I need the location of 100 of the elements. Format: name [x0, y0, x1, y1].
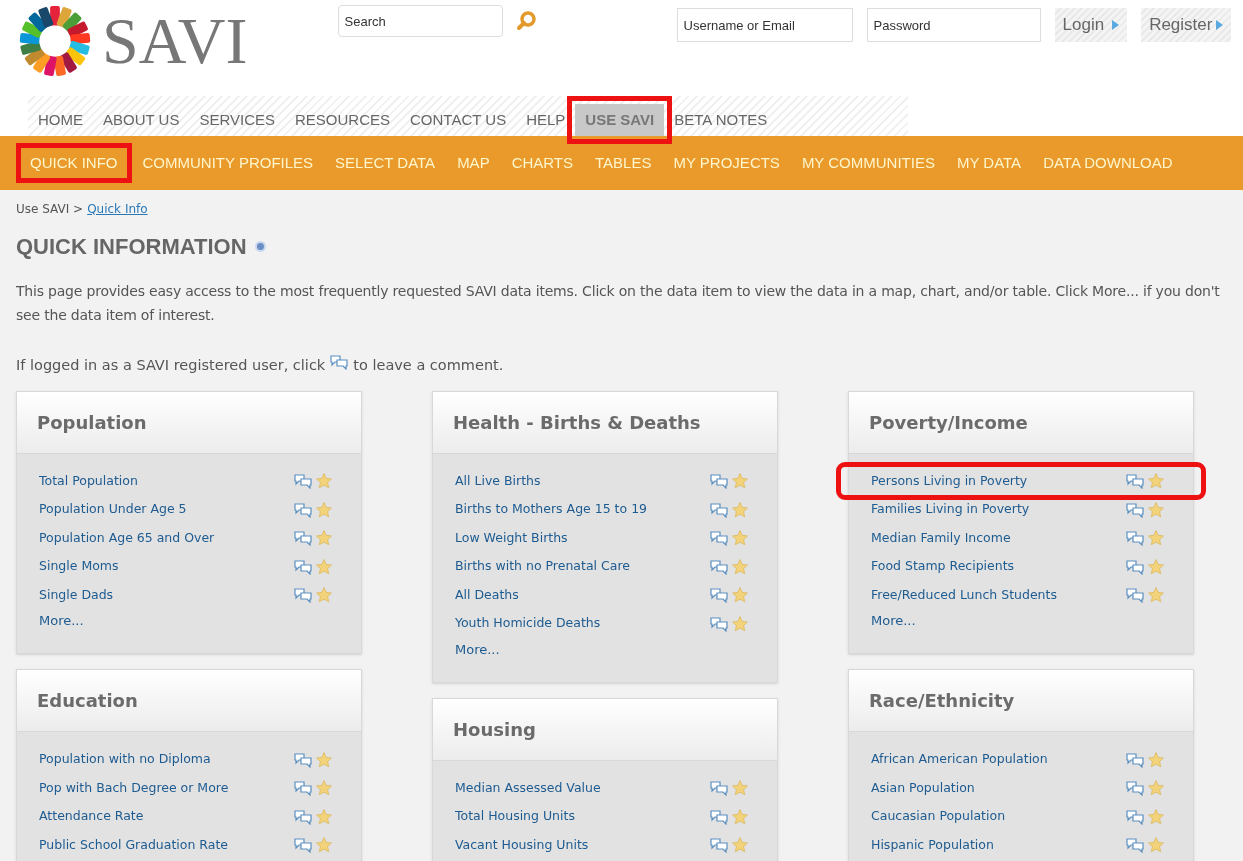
more-link[interactable]: More... [455, 637, 755, 662]
data-item-link[interactable]: Population Age 65 and Over [39, 528, 215, 548]
data-item-link[interactable]: Families Living in Poverty [871, 500, 1030, 519]
main-nav-tab[interactable]: CONTACT US [400, 104, 517, 136]
data-item-link[interactable]: Persons Living in Poverty [871, 471, 1028, 491]
data-item-link[interactable]: Total Housing Units [455, 807, 575, 826]
star-icon[interactable] [1147, 836, 1165, 854]
star-icon[interactable] [315, 807, 333, 826]
username-field[interactable]: Username or Email [676, 8, 853, 42]
more-link[interactable]: More... [871, 609, 1171, 634]
star-icon[interactable] [731, 529, 749, 547]
comment-icon[interactable] [1125, 530, 1145, 546]
star-icon[interactable] [315, 750, 333, 769]
star-icon[interactable] [1147, 472, 1165, 490]
star-icon[interactable] [315, 836, 333, 854]
data-item-link[interactable]: Single Dads [39, 585, 114, 605]
star-icon[interactable] [1147, 750, 1165, 769]
comment-icon[interactable] [293, 473, 313, 489]
star-icon[interactable] [731, 836, 749, 854]
data-item-link[interactable]: Population Under Age 5 [39, 500, 187, 519]
star-icon[interactable] [731, 472, 749, 490]
data-item-link[interactable]: Median Family Income [871, 528, 1011, 548]
star-icon[interactable] [315, 557, 333, 576]
comment-icon[interactable] [709, 808, 729, 825]
search-icon[interactable] [514, 10, 537, 32]
data-item-link[interactable]: Births to Mothers Age 15 to 19 [455, 500, 648, 519]
data-item-link[interactable]: Caucasian Population [871, 807, 1006, 826]
data-item-link[interactable]: All Live Births [455, 471, 541, 491]
comment-icon[interactable] [293, 808, 313, 825]
star-icon[interactable] [315, 529, 333, 547]
comment-icon[interactable] [709, 530, 729, 546]
data-item-link[interactable]: Total Population [39, 471, 138, 491]
data-item-link[interactable]: Low Weight Births [455, 528, 568, 548]
register-button[interactable]: Register [1141, 8, 1232, 42]
star-icon[interactable] [1147, 529, 1165, 547]
comment-icon[interactable] [1125, 558, 1145, 575]
main-nav-tab[interactable]: HELP [516, 104, 576, 136]
more-link[interactable]: More... [39, 609, 339, 634]
star-icon[interactable] [731, 586, 749, 604]
comment-icon[interactable] [293, 530, 313, 546]
data-item-link[interactable]: Births with no Prenatal Care [455, 557, 630, 576]
comment-icon[interactable] [1125, 837, 1145, 853]
data-item-link[interactable]: Hispanic Population [871, 835, 994, 855]
data-item-link[interactable]: Attendance Rate [39, 807, 144, 826]
star-icon[interactable] [731, 779, 749, 797]
search-field[interactable]: Search [337, 5, 503, 37]
comment-icon[interactable] [1125, 501, 1145, 518]
data-item-link[interactable]: Public School Graduation Rate [39, 835, 229, 855]
main-nav-tab[interactable]: RESOURCES [285, 104, 401, 136]
comment-icon[interactable] [709, 615, 729, 632]
main-nav-tab[interactable]: SERVICES [189, 104, 285, 136]
star-icon[interactable] [731, 807, 749, 826]
password-field[interactable]: Password [866, 8, 1041, 42]
star-icon[interactable] [731, 557, 749, 576]
main-nav-tab[interactable]: BETA NOTES [664, 104, 778, 136]
comment-icon[interactable] [1125, 808, 1145, 825]
data-item-link[interactable]: Single Moms [39, 557, 119, 576]
comment-icon[interactable] [709, 501, 729, 518]
comment-icon[interactable] [293, 780, 313, 796]
comment-icon[interactable] [293, 587, 313, 603]
main-nav-tab[interactable]: HOME [28, 104, 93, 136]
data-item-link[interactable]: Population with no Diploma [39, 750, 211, 769]
data-item-link[interactable]: Free/Reduced Lunch Students [871, 585, 1057, 605]
comment-icon[interactable] [1125, 473, 1145, 489]
star-icon[interactable] [1147, 779, 1165, 797]
comment-icon[interactable] [1125, 780, 1145, 796]
data-item-link[interactable]: Youth Homicide Deaths [455, 614, 601, 633]
data-item-link[interactable]: Food Stamp Recipients [871, 557, 1015, 576]
comment-icon[interactable] [293, 558, 313, 575]
comment-icon[interactable] [709, 780, 729, 796]
help-icon[interactable] [254, 241, 266, 252]
comment-icon[interactable] [1125, 587, 1145, 603]
comment-icon[interactable] [293, 837, 313, 853]
star-icon[interactable] [1147, 500, 1165, 519]
comment-icon[interactable] [293, 751, 313, 768]
star-icon[interactable] [731, 614, 749, 633]
comment-icon[interactable] [1125, 751, 1145, 768]
star-icon[interactable] [315, 779, 333, 797]
star-icon[interactable] [1147, 586, 1165, 604]
star-icon[interactable] [731, 500, 749, 519]
star-icon[interactable] [315, 586, 333, 604]
main-nav-tab[interactable]: ABOUT US [93, 104, 190, 136]
comment-icon[interactable] [293, 501, 313, 518]
star-icon[interactable] [315, 472, 333, 490]
comment-icon[interactable] [709, 473, 729, 489]
data-item-link[interactable]: Asian Population [871, 778, 975, 798]
comment-icon[interactable] [329, 353, 350, 370]
data-item-link[interactable]: All Deaths [455, 585, 519, 605]
data-item-link[interactable]: Median Assessed Value [455, 778, 601, 798]
star-icon[interactable] [1147, 807, 1165, 826]
star-icon[interactable] [1147, 557, 1165, 576]
data-item-link[interactable]: African American Population [871, 750, 1048, 769]
login-button[interactable]: Login [1054, 8, 1128, 42]
breadcrumb-link[interactable]: Quick Info [87, 200, 148, 218]
comment-icon[interactable] [709, 837, 729, 853]
comment-icon[interactable] [709, 587, 729, 603]
data-item-link[interactable]: Pop with Bach Degree or More [39, 778, 229, 798]
comment-icon[interactable] [709, 558, 729, 575]
data-item-link[interactable]: Vacant Housing Units [455, 835, 589, 855]
star-icon[interactable] [315, 500, 333, 519]
